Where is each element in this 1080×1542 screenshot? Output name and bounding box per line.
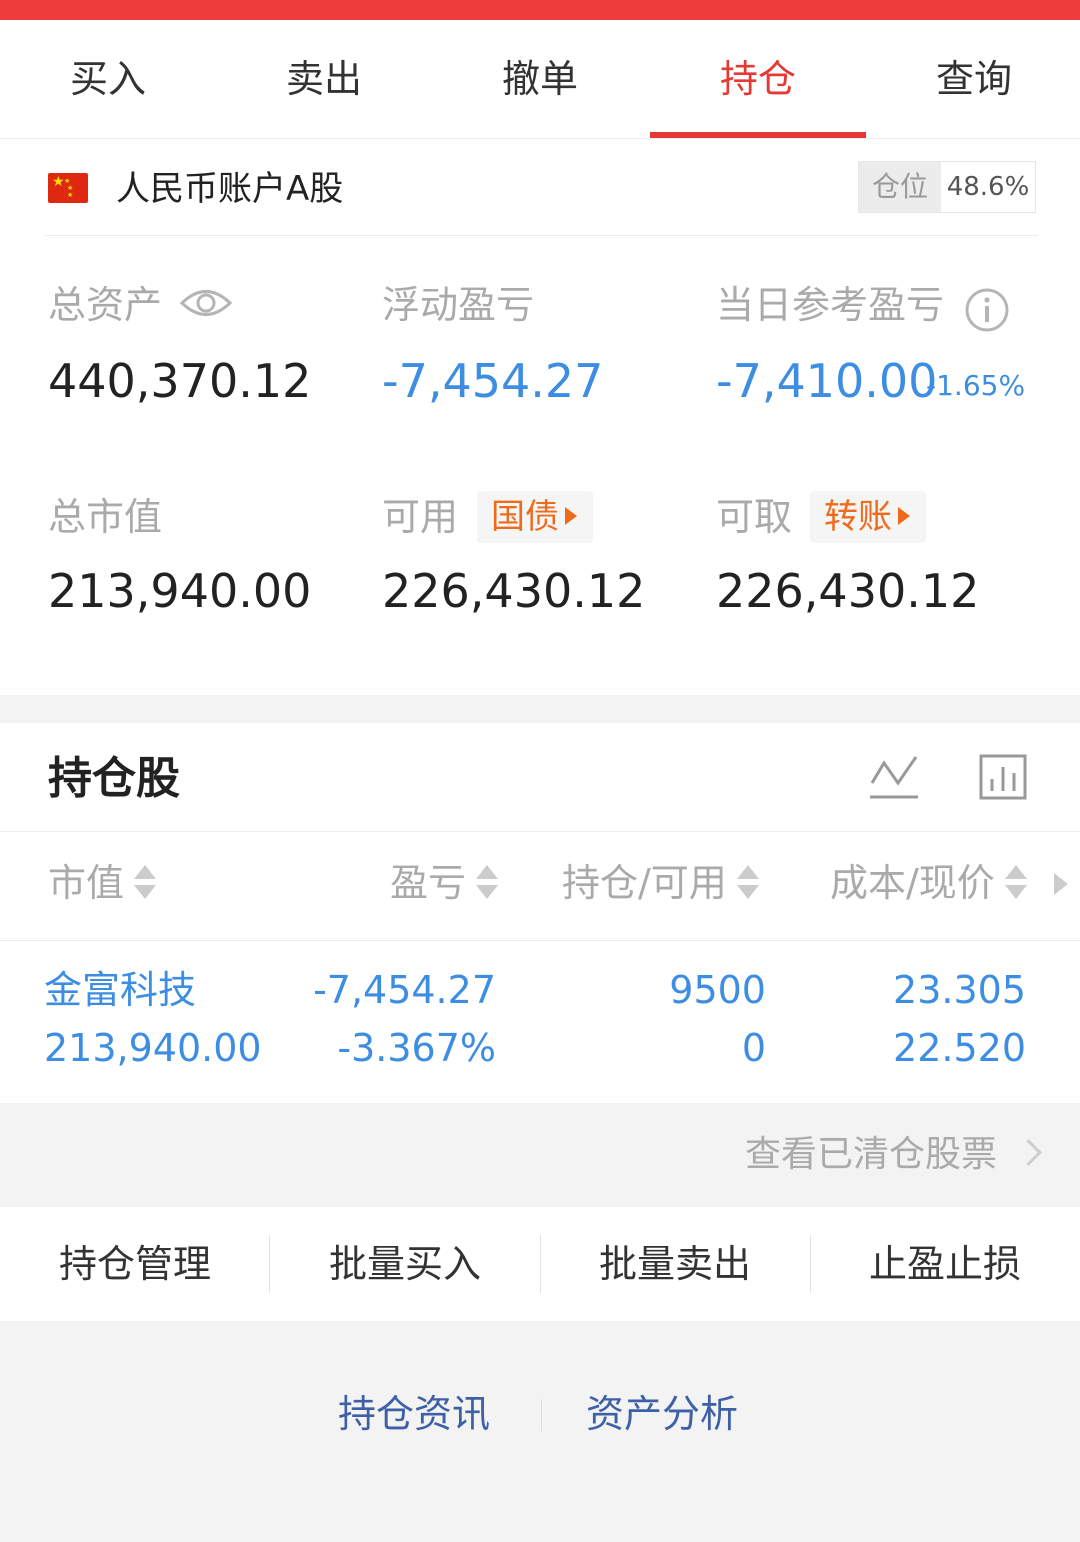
footer-links: 持仓资讯 资产分析 <box>0 1321 1080 1542</box>
floating-pl-value: -7,454.27 <box>382 354 604 408</box>
tab-buy[interactable]: 买入 <box>0 20 216 138</box>
column-market-value[interactable]: 市值 <box>48 851 157 915</box>
stock-pl: -7,454.27 <box>313 968 496 1012</box>
trade-tabs: 买入 卖出 撤单 持仓 查询 <box>0 20 1080 139</box>
available-value: 226,430.12 <box>382 564 646 618</box>
china-flag-icon: ★ ★ ★ ★ <box>48 173 88 203</box>
floating-pl-label: 浮动盈亏 <box>382 283 535 327</box>
info-icon[interactable] <box>964 287 1010 333</box>
bond-tag-label: 国债 <box>491 497 559 537</box>
sort-icon <box>476 864 499 901</box>
action-bar: 持仓管理 批量买入 批量卖出 止盈止损 <box>0 1207 1080 1321</box>
triangle-right-icon <box>898 506 910 525</box>
divider <box>0 831 1080 832</box>
chevron-right-icon <box>1015 1139 1042 1166</box>
stock-cost: 23.305 <box>893 968 1026 1012</box>
tab-query[interactable]: 查询 <box>866 20 1080 138</box>
account-summary: ★ ★ ★ ★ 人民币账户A股 仓位 48.6% 总资产 440,370.12 浮动盈… <box>0 139 1080 695</box>
position-ratio-badge: 仓位 48.6% <box>858 161 1036 213</box>
active-tab-indicator <box>650 132 866 138</box>
market-value-label: 总市值 <box>48 495 163 539</box>
holdings-news-link[interactable]: 持仓资讯 <box>338 1387 490 1441</box>
stock-market-value: 213,940.00 <box>44 1026 262 1070</box>
sort-icon <box>134 864 157 901</box>
line-chart-icon[interactable] <box>868 753 920 801</box>
take-profit-stop-loss-button[interactable]: 止盈止损 <box>810 1207 1080 1321</box>
cleared-stocks-bar: 查看已清仓股票 <box>0 1103 1080 1207</box>
status-bar <box>0 0 1080 20</box>
holdings-section: 持仓股 市值 盈亏 持仓/可用 成本/现价 金富科技 213,940.00 -7… <box>0 723 1080 1103</box>
view-cleared-stocks-link[interactable]: 查看已清仓股票 <box>745 1129 1042 1181</box>
tab-sell[interactable]: 卖出 <box>216 20 432 138</box>
transfer-tag-label: 转账 <box>824 497 892 537</box>
divider <box>45 235 1038 236</box>
bar-chart-icon[interactable] <box>978 753 1028 801</box>
daily-pl-value: -7,410.00 <box>716 354 938 408</box>
tab-holdings[interactable]: 持仓 <box>650 20 866 138</box>
scroll-right-icon[interactable] <box>1054 873 1068 895</box>
stock-price: 22.520 <box>893 1026 1026 1070</box>
stock-name: 金富科技 <box>44 968 197 1012</box>
column-pl[interactable]: 盈亏 <box>390 851 499 915</box>
position-label: 仓位 <box>859 162 941 212</box>
daily-pl-label: 当日参考盈亏 <box>716 283 945 327</box>
table-row[interactable]: 金富科技 213,940.00 -7,454.27 -3.367% 9500 0… <box>0 941 1080 1103</box>
stock-holding: 9500 <box>669 968 766 1012</box>
total-assets-label: 总资产 <box>48 283 163 327</box>
batch-buy-button[interactable]: 批量买入 <box>270 1207 540 1321</box>
withdrawable-label: 可取 <box>716 495 793 539</box>
bond-tag-button[interactable]: 国债 <box>477 491 593 543</box>
stock-pl-percent: -3.367% <box>337 1026 496 1070</box>
column-holding-available[interactable]: 持仓/可用 <box>562 851 759 915</box>
available-label: 可用 <box>382 495 459 539</box>
market-value-value: 213,940.00 <box>48 564 312 618</box>
batch-sell-button[interactable]: 批量卖出 <box>540 1207 810 1321</box>
total-assets-value: 440,370.12 <box>48 354 312 408</box>
holdings-title: 持仓股 <box>48 753 180 804</box>
tab-cancel[interactable]: 撤单 <box>432 20 648 138</box>
triangle-right-icon <box>565 506 577 525</box>
position-management-button[interactable]: 持仓管理 <box>0 1207 270 1321</box>
asset-analysis-link[interactable]: 资产分析 <box>586 1387 738 1441</box>
divider <box>541 1399 542 1431</box>
sort-icon <box>1004 864 1027 901</box>
account-name[interactable]: 人民币账户A股 <box>116 163 343 215</box>
daily-pl-percent: -1.65% <box>926 369 1026 402</box>
column-cost-price[interactable]: 成本/现价 <box>830 851 1027 915</box>
withdrawable-value: 226,430.12 <box>716 564 980 618</box>
eye-icon[interactable] <box>180 286 232 320</box>
stock-available: 0 <box>741 1026 766 1070</box>
sort-icon <box>736 864 759 901</box>
transfer-tag-button[interactable]: 转账 <box>810 491 926 543</box>
position-value: 48.6% <box>946 172 1030 202</box>
